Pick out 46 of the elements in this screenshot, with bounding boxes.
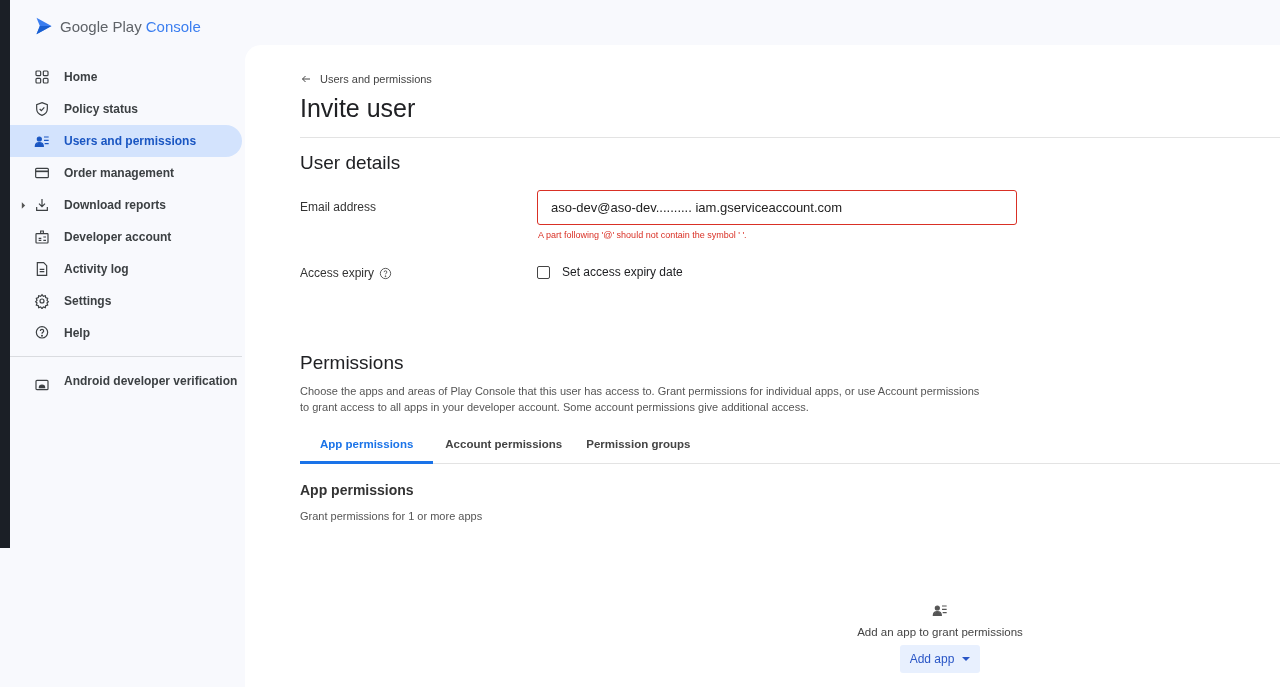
- help-icon: [34, 325, 50, 341]
- tab[interactable]: Permission groups: [574, 428, 703, 464]
- section-heading: User details: [300, 152, 402, 175]
- brand-name: Google Play: [60, 17, 142, 35]
- users-list-icon: [932, 602, 948, 618]
- sidebar-item[interactable]: Order management: [10, 157, 242, 189]
- add-app-button[interactable]: Add app: [899, 645, 981, 673]
- download-icon: [34, 197, 50, 213]
- dropdown-caret-icon: [962, 656, 971, 662]
- android-box-icon: [34, 377, 50, 393]
- empty-state-text: Add an app to grant permissions: [857, 626, 1023, 638]
- product-name: Console: [145, 17, 201, 35]
- subsection-heading: App permissions: [300, 482, 415, 498]
- section-description: Choose the apps and areas of Play Console that this user has access to. Grant permissions for individual apps, or use Account permissions to grant access to all apps in your developer account. Some account permissions give additional access.: [300, 384, 980, 415]
- section-heading: Permissions: [300, 352, 405, 375]
- grid-icon: [34, 69, 50, 85]
- sidebar-item[interactable]: Android developer verification: [10, 367, 242, 413]
- gear-icon: [34, 293, 50, 309]
- sidebar-item[interactable]: Activity log: [10, 253, 242, 285]
- email-field[interactable]: aso-dev@aso-dev.......... iam.gserviceaccount.com: [537, 190, 1017, 225]
- shield-check-icon: [34, 101, 50, 117]
- sidebar-item[interactable]: Users and permissions: [10, 125, 242, 157]
- help-icon[interactable]: [379, 266, 393, 280]
- sidebar-item[interactable]: Settings: [10, 285, 242, 317]
- users-list-icon: [34, 133, 50, 149]
- field-label: Access expiry: [300, 266, 375, 280]
- subsection-text: Grant permissions for 1 or more apps: [300, 510, 484, 522]
- field-label: Email address: [300, 199, 378, 216]
- sidebar-item[interactable]: Help: [10, 317, 242, 349]
- tab[interactable]: App permissions: [300, 428, 434, 464]
- breadcrumb-link[interactable]: Users and permissions: [320, 73, 432, 85]
- checkbox[interactable]: [537, 265, 550, 279]
- error-message: A part following '@' should not contain the symbol ' '.: [538, 230, 748, 240]
- page-title: Invite user: [300, 94, 417, 124]
- sidebar-item[interactable]: Policy status: [10, 93, 242, 125]
- id-badge-icon: [34, 229, 50, 245]
- tab[interactable]: Account permissions: [433, 428, 575, 464]
- card-icon: [34, 165, 50, 181]
- sidebar-item[interactable]: Home: [10, 61, 242, 93]
- document-icon: [34, 261, 50, 277]
- checkbox-label: Set access expiry date: [562, 265, 683, 279]
- back-arrow-icon[interactable]: [300, 73, 312, 85]
- sidebar-item[interactable]: Developer account: [10, 221, 242, 253]
- caret-icon[interactable]: [21, 201, 26, 209]
- play-logo-icon: [34, 16, 54, 36]
- sidebar-item[interactable]: Download reports: [10, 189, 242, 221]
